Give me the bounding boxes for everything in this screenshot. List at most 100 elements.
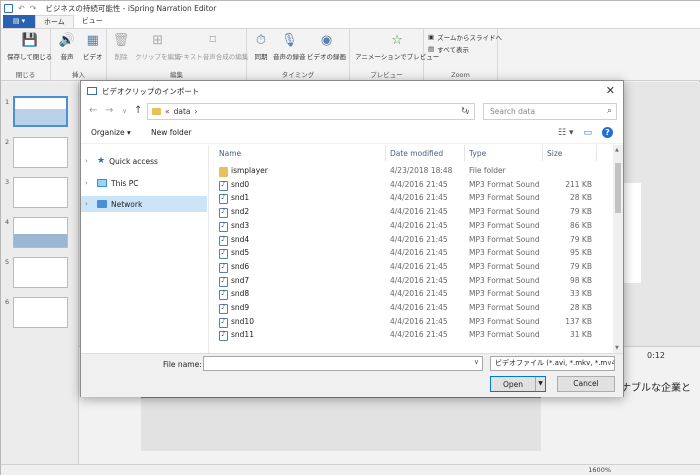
- audio-file-icon: [219, 248, 228, 260]
- cancel-button[interactable]: Cancel: [557, 376, 615, 392]
- file-date: 4/4/2016 21:45: [390, 275, 448, 285]
- slide-thumbnail-2[interactable]: [13, 137, 68, 168]
- insert-video-button[interactable]: ▦ ビデオ: [83, 32, 103, 62]
- up-arrow-icon[interactable]: ↑: [134, 105, 142, 116]
- group-label-insert: 挿入: [72, 71, 85, 79]
- slide-thumbnail-3[interactable]: [13, 177, 68, 208]
- close-icon[interactable]: ✕: [606, 84, 615, 97]
- star-icon: ★: [97, 156, 106, 166]
- view-options-icon[interactable]: ☷ ▾: [558, 128, 573, 138]
- app-window: ↶ ↷ ビジネスの持続可能性 - iSpring Narration Edito…: [0, 0, 700, 475]
- zoom-to-slide-button[interactable]: ▣ ズームからスライドへ: [428, 32, 502, 42]
- file-row[interactable]: snd1 4/4/2016 21:45 MP3 Format Sound 28 KB: [211, 192, 611, 206]
- file-row[interactable]: snd3 4/4/2016 21:45 MP3 Format Sound 86 KB: [211, 220, 611, 234]
- column-separator[interactable]: [542, 145, 543, 161]
- tab-home[interactable]: ホーム: [35, 15, 74, 28]
- refresh-icon[interactable]: ↻: [461, 106, 468, 115]
- address-folder[interactable]: data: [174, 107, 191, 116]
- file-row[interactable]: snd0 4/4/2016 21:45 MP3 Format Sound 211 KB: [211, 179, 611, 193]
- nav-item-this-pc[interactable]: › This PC: [81, 175, 207, 191]
- file-name: snd5: [231, 248, 250, 258]
- search-placeholder: Search data: [490, 107, 536, 116]
- sync-button[interactable]: ⏱ 同期: [253, 32, 269, 62]
- undo-icon[interactable]: ↶: [18, 4, 25, 13]
- column-type-header[interactable]: Type: [469, 145, 486, 161]
- file-name: snd6: [231, 261, 250, 271]
- slide-thumbnail-5[interactable]: [13, 257, 68, 288]
- nav-item-network[interactable]: › Network: [81, 196, 207, 212]
- save-icon: 💾: [21, 32, 38, 48]
- nav-label: This PC: [111, 178, 139, 188]
- column-separator[interactable]: [596, 145, 597, 161]
- audio-file-icon: [219, 276, 228, 287]
- record-video-button[interactable]: ◉ ビデオの録画: [307, 32, 346, 62]
- file-row[interactable]: snd5 4/4/2016 21:45 MP3 Format Sound 95 KB: [211, 247, 611, 261]
- delete-button[interactable]: 🗑 削除: [113, 32, 130, 62]
- open-button[interactable]: Open ▼: [490, 376, 546, 392]
- edit-tts-button[interactable]: ⌑ テキスト音声合成の編集: [177, 32, 248, 62]
- forward-arrow-icon[interactable]: →: [105, 105, 113, 116]
- search-input[interactable]: Search data ⌕: [483, 103, 617, 120]
- file-row[interactable]: snd4 4/4/2016 21:45 MP3 Format Sound 79 KB: [211, 234, 611, 248]
- file-type-select[interactable]: ビデオファイル (*.avi, *.mkv, *.mp4 ∨: [490, 356, 615, 371]
- insert-audio-button[interactable]: 🔊 音声: [59, 32, 75, 62]
- audio-file-icon: [219, 289, 228, 301]
- file-name: snd7: [231, 275, 250, 285]
- file-list-scrollbar[interactable]: ▲ ▼: [613, 145, 623, 353]
- file-row[interactable]: snd7 4/4/2016 21:45 MP3 Format Sound 98 KB: [211, 275, 611, 289]
- expand-chevron-icon[interactable]: ›: [85, 200, 93, 208]
- back-arrow-icon[interactable]: ←: [89, 105, 97, 116]
- scroll-down-icon[interactable]: ▼: [615, 345, 619, 351]
- expand-chevron-icon[interactable]: ›: [85, 179, 93, 187]
- file-name: ismplayer: [231, 166, 268, 175]
- column-date-header[interactable]: Date modified: [390, 145, 443, 161]
- column-separator[interactable]: [464, 145, 465, 161]
- chevron-down-icon[interactable]: ∨: [606, 357, 612, 370]
- chevron-down-icon[interactable]: ∨: [474, 358, 479, 366]
- file-type: MP3 Format Sound: [469, 248, 540, 258]
- slide-thumbnail-1[interactable]: [13, 96, 68, 127]
- address-bar[interactable]: « data › ∨: [147, 103, 475, 120]
- recent-dropdown-icon[interactable]: ∨: [122, 107, 127, 115]
- file-row[interactable]: snd10 4/4/2016 21:45 MP3 Format Sound 137 K…: [211, 316, 611, 330]
- column-separator[interactable]: [385, 145, 386, 161]
- save-close-button[interactable]: 💾 保存して閉じる: [7, 32, 52, 62]
- file-row[interactable]: snd6 4/4/2016 21:45 MP3 Format Sound 79 KB: [211, 261, 611, 275]
- group-close: 💾 保存して閉じる 閉じる: [1, 29, 52, 81]
- file-size: 33 KB: [570, 289, 592, 299]
- show-all-button[interactable]: ▤ すべて表示: [428, 44, 469, 54]
- tab-view[interactable]: ビュー: [74, 15, 111, 28]
- slide-thumbnail-4[interactable]: [13, 217, 68, 248]
- scroll-up-icon[interactable]: ▲: [615, 147, 619, 153]
- file-row[interactable]: snd11 4/4/2016 21:45 MP3 Format Sound 31 KB: [211, 329, 611, 343]
- file-name: snd10: [231, 316, 254, 326]
- record-audio-button[interactable]: 🎙 音声の録音: [273, 32, 306, 62]
- open-dropdown-icon[interactable]: ▼: [535, 377, 545, 391]
- timeline-track[interactable]: [141, 396, 541, 451]
- file-row[interactable]: snd2 4/4/2016 21:45 MP3 Format Sound 79 KB: [211, 206, 611, 220]
- address-prefix: «: [165, 107, 170, 116]
- file-row[interactable]: snd9 4/4/2016 21:45 MP3 Format Sound 28 KB: [211, 302, 611, 316]
- file-size: 98 KB: [570, 275, 592, 285]
- file-size: 86 KB: [570, 220, 592, 230]
- file-name-input[interactable]: ∨: [203, 356, 483, 371]
- new-folder-button[interactable]: New folder: [151, 128, 192, 137]
- help-icon[interactable]: ?: [602, 127, 613, 138]
- expand-chevron-icon[interactable]: ›: [85, 157, 93, 165]
- column-size-header[interactable]: Size: [547, 145, 562, 161]
- organize-button[interactable]: Organize ▾: [91, 128, 131, 137]
- slide-thumbnail-6[interactable]: [13, 297, 68, 328]
- column-name-header[interactable]: Name ^: [219, 145, 310, 161]
- file-row[interactable]: snd8 4/4/2016 21:45 MP3 Format Sound 33 KB: [211, 288, 611, 302]
- network-icon: [97, 200, 107, 208]
- preview-pane-icon[interactable]: ▭: [583, 128, 592, 138]
- group-label-edit: 編集: [170, 71, 183, 79]
- dialog-toolbar: Organize ▾ New folder ☷ ▾ ▭ ?: [81, 124, 623, 144]
- status-bar: 1600%: [1, 464, 700, 475]
- scrollbar-thumb[interactable]: [615, 163, 621, 213]
- file-menu-button[interactable]: ▤ ▾: [3, 15, 35, 28]
- edit-clip-button[interactable]: ⊞ クリップを編集: [135, 32, 181, 62]
- redo-icon[interactable]: ↷: [30, 4, 37, 13]
- file-row[interactable]: ismplayer 4/23/2018 18:48 File folder: [211, 165, 611, 179]
- nav-item-quick-access[interactable]: › ★ Quick access: [81, 153, 207, 169]
